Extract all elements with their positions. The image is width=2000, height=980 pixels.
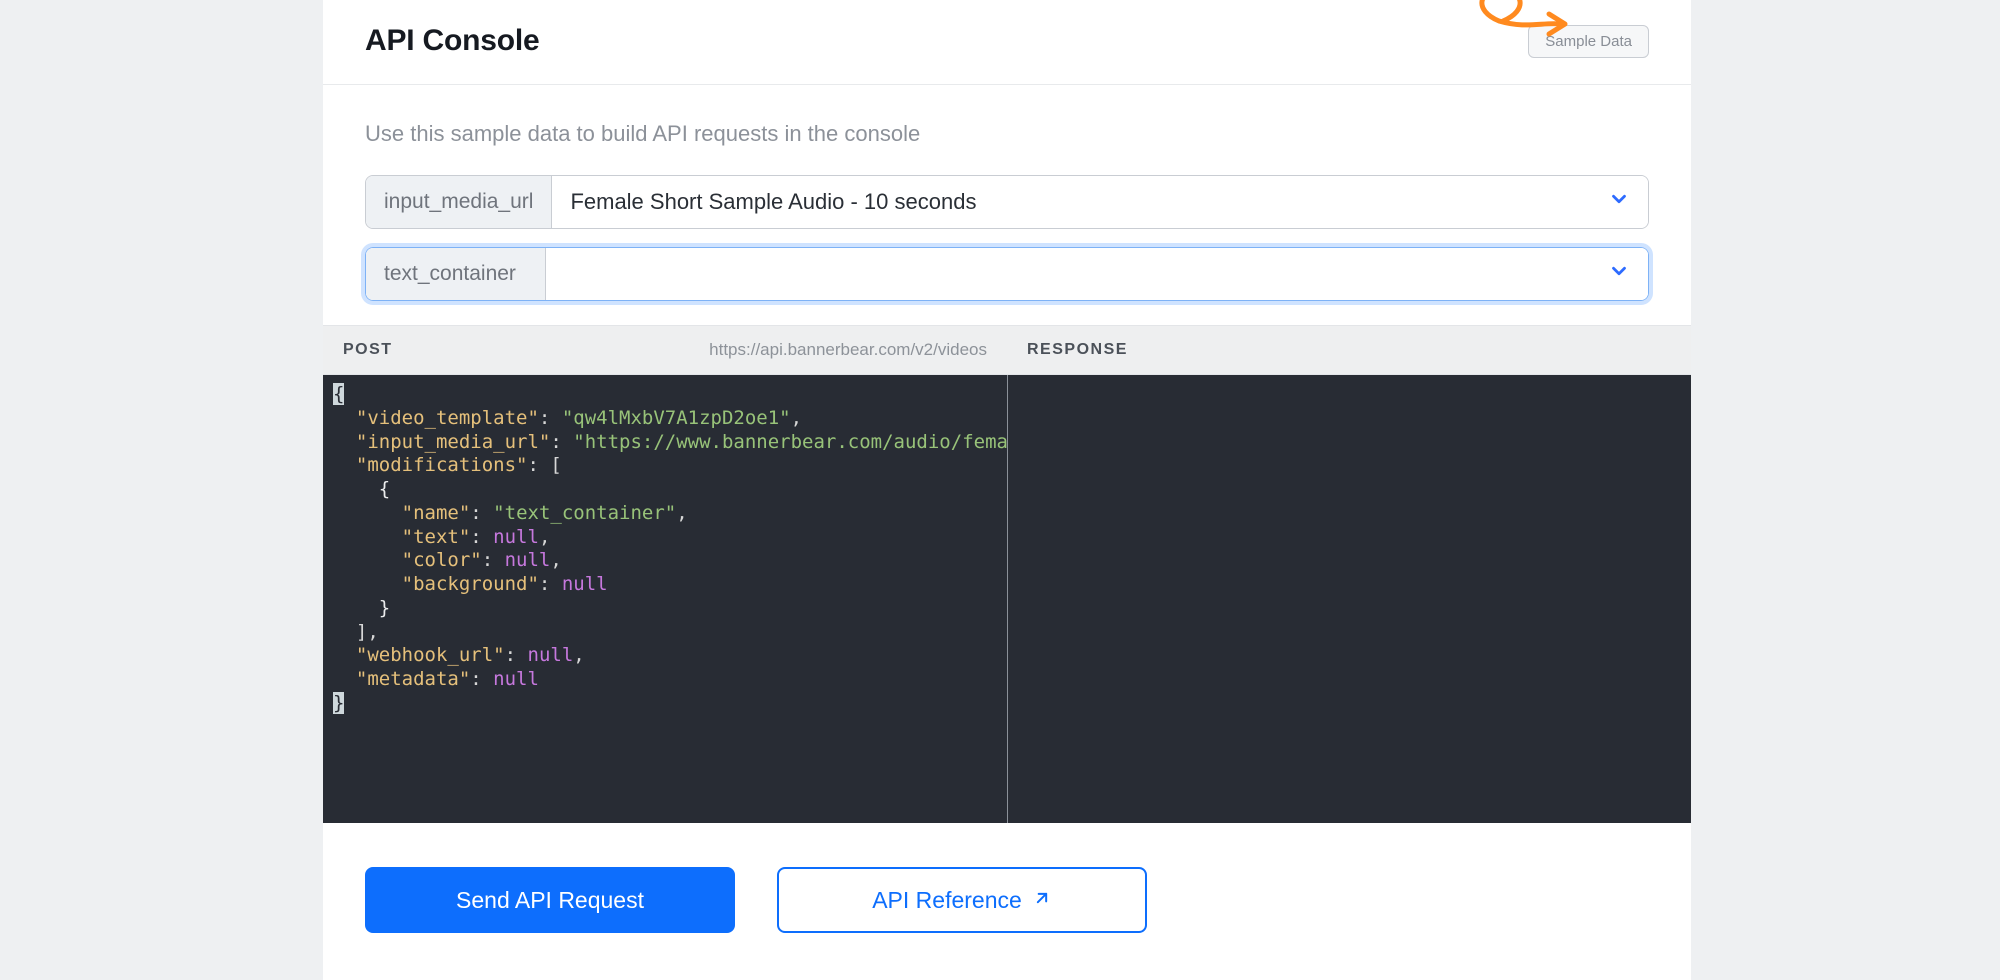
api-reference-button[interactable]: API Reference <box>777 867 1147 933</box>
controls: input_media_url Female Short Sample Audi… <box>323 157 1691 325</box>
external-link-icon <box>1032 887 1052 914</box>
response-header: RESPONSE <box>1007 326 1691 374</box>
api-console-card: API Console Sample Data Use this sample … <box>323 0 1691 980</box>
card-header: API Console Sample Data <box>323 0 1691 85</box>
text-container-select[interactable] <box>546 248 1648 300</box>
text-container-field: text_container <box>365 247 1649 301</box>
page-title: API Console <box>365 24 540 58</box>
response-json[interactable] <box>1008 375 1692 823</box>
send-api-request-button[interactable]: Send API Request <box>365 867 735 933</box>
endpoint-url: https://api.bannerbear.com/v2/videos <box>709 340 987 360</box>
sample-data-button[interactable]: Sample Data <box>1528 25 1649 58</box>
intro-text: Use this sample data to build API reques… <box>323 85 1691 157</box>
actions-row: Send API Request API Reference <box>323 823 1691 975</box>
select-value: Female Short Sample Audio - 10 seconds <box>570 189 976 215</box>
post-header: POST https://api.bannerbear.com/v2/video… <box>323 326 1007 374</box>
chevron-down-icon <box>1608 260 1630 288</box>
api-reference-label: API Reference <box>872 887 1022 914</box>
response-label: RESPONSE <box>1027 341 1128 359</box>
input-media-url-field: input_media_url Female Short Sample Audi… <box>365 175 1649 229</box>
request-json[interactable]: { "video_template": "qw4lMxbV7A1zpD2oe1"… <box>323 375 1008 823</box>
code-header-bar: POST https://api.bannerbear.com/v2/video… <box>323 325 1691 375</box>
post-label: POST <box>343 341 393 359</box>
field-label: text_container <box>366 248 546 300</box>
field-label: input_media_url <box>366 176 552 228</box>
input-media-url-select[interactable]: Female Short Sample Audio - 10 seconds <box>552 176 1648 228</box>
code-body: { "video_template": "qw4lMxbV7A1zpD2oe1"… <box>323 375 1691 823</box>
chevron-down-icon <box>1608 188 1630 216</box>
